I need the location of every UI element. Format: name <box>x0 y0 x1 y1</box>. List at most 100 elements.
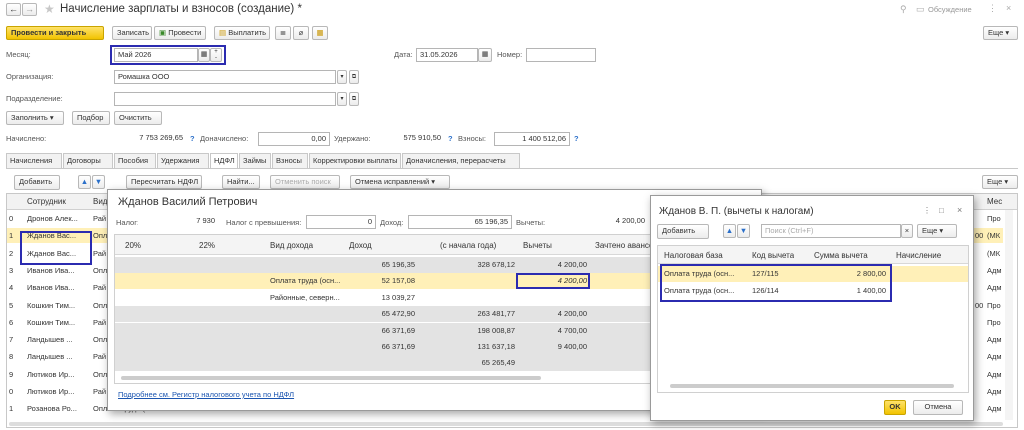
row-employee: Иванов Ива... <box>27 265 75 275</box>
ndfl-row-ytd: 65 265,49 <box>481 358 515 368</box>
post-close-button[interactable]: Провести и закрыть <box>6 26 104 40</box>
dept-dropdown-icon[interactable]: ▾ <box>337 92 347 106</box>
dept-label: Подразделение: <box>6 94 63 103</box>
tab-6[interactable]: Взносы <box>272 153 308 168</box>
deduct-search-clear-icon[interactable]: × <box>901 224 913 238</box>
discussion-link[interactable]: Обсуждение <box>928 5 972 14</box>
row-right: Адм <box>987 283 1002 293</box>
tab-1[interactable]: Договоры <box>63 153 113 168</box>
deduct-hscroll[interactable] <box>670 384 954 388</box>
main-hscroll[interactable] <box>9 422 1003 426</box>
row-right: Про <box>987 317 1001 327</box>
row-extra: 00 <box>975 300 984 310</box>
month-highlight <box>110 45 226 65</box>
attach-icon-button[interactable]: ⌀ <box>293 26 309 40</box>
row-number: 8 <box>9 352 14 362</box>
pay-icon: ▤ <box>219 28 227 37</box>
more-label: Еще <box>988 28 1004 37</box>
cancel-button[interactable]: Отмена <box>913 400 963 415</box>
tab-7[interactable]: Корректировки выплаты <box>309 153 401 168</box>
ndfl-row-ytd: 198 008,87 <box>477 325 515 335</box>
deduct-down-icon[interactable]: ▼ <box>737 224 750 238</box>
ndfl-row-income: 66 371,69 <box>381 342 415 351</box>
more-button[interactable]: Еще ▾ <box>983 26 1018 40</box>
deduct-search-input[interactable]: Поиск (Ctrl+F) <box>761 224 901 238</box>
date-calendar-icon[interactable]: ▦ <box>478 48 492 62</box>
select-button[interactable]: Подбор <box>72 111 110 125</box>
ndfl-row-kind: Районные, северн... <box>270 292 340 302</box>
ndfl-hscroll[interactable] <box>121 376 541 380</box>
accrued-help-icon[interactable]: ? <box>190 134 195 144</box>
ndfl-tax-field: 7 930 <box>138 215 218 229</box>
tab-0[interactable]: Начисления <box>6 153 62 168</box>
clear-button[interactable]: Очистить <box>114 111 162 125</box>
report-icon-button[interactable]: ▦ <box>312 26 328 40</box>
row-employee: Лютиков Ир... <box>27 387 75 396</box>
row-right: Адм <box>987 352 1002 362</box>
tab-more-button[interactable]: Еще ▾ <box>982 175 1018 189</box>
row-right: Про <box>987 214 1001 223</box>
row-type: Опл <box>93 369 107 379</box>
org-label: Организация: <box>6 72 54 81</box>
deduct-add-button[interactable]: Добавить <box>657 224 709 239</box>
main-scrollbar[interactable] <box>1005 210 1013 420</box>
save-button[interactable]: Записать <box>112 26 152 40</box>
find-button[interactable]: Найти... <box>222 175 260 189</box>
post-button[interactable]: ▣ Провести <box>154 26 206 40</box>
move-up-icon[interactable]: ▲ <box>78 175 91 189</box>
deduct-close-icon[interactable]: × <box>957 205 962 215</box>
row-type: Рай <box>93 387 107 396</box>
close-icon[interactable]: × <box>1006 3 1011 13</box>
cancel-fix-button[interactable]: Отмена исправлений ▾ <box>350 175 450 189</box>
menu-icon[interactable]: ⋮ <box>988 3 997 14</box>
ndfl-register-link[interactable]: Подробнее см. Регистр налогового учета п… <box>118 390 294 399</box>
ok-button[interactable]: OK <box>884 400 906 415</box>
dept-open-icon[interactable]: ⧉ <box>349 92 359 106</box>
tab-5[interactable]: Займы <box>239 153 271 168</box>
ndfl-h-ded: Вычеты <box>523 241 552 250</box>
recalc-ndfl-button[interactable]: Пересчитать НДФЛ <box>126 175 202 189</box>
dept-field[interactable] <box>114 92 336 106</box>
row-employee: Кошкин Тим... <box>27 300 76 310</box>
org-field[interactable]: Ромашка ООО <box>114 70 336 84</box>
date-field[interactable]: 31.05.2026 <box>416 48 478 62</box>
fill-button[interactable]: Заполнить ▾ <box>6 111 64 125</box>
tab-4[interactable]: НДФЛ <box>210 153 238 169</box>
move-down-icon[interactable]: ▼ <box>92 175 105 189</box>
discussion-icon[interactable]: ▭ <box>916 4 925 15</box>
deduct-menu-icon[interactable]: ⋮ <box>923 206 931 215</box>
row-right: Адм <box>987 404 1002 414</box>
ndfl-excess-field: 0 <box>306 215 376 229</box>
deduct-maximize-icon[interactable]: □ <box>939 206 944 215</box>
tab-2[interactable]: Пособия <box>114 153 156 168</box>
tab-8[interactable]: Доначисления, перерасчеты <box>402 153 520 168</box>
add-row-button[interactable]: Добавить <box>14 175 60 190</box>
back-button[interactable]: ← <box>6 3 21 16</box>
deduct-h-code: Код вычета <box>752 251 795 260</box>
pay-button[interactable]: ▤ Выплатить <box>214 26 270 40</box>
list-icon-button[interactable]: ≣ <box>275 26 291 40</box>
accrued-label: Начислено: <box>6 134 47 143</box>
number-field[interactable] <box>526 48 596 62</box>
row-number: 9 <box>9 369 14 379</box>
additional-label: Доначислено: <box>200 134 249 143</box>
star-icon[interactable]: ★ <box>44 2 55 16</box>
deduct-up-icon[interactable]: ▲ <box>723 224 736 238</box>
tab-3[interactable]: Удержания <box>157 153 209 168</box>
row-right: Адм <box>987 335 1002 345</box>
org-dropdown-icon[interactable]: ▾ <box>337 70 347 84</box>
header-employee: Сотрудник <box>27 197 66 206</box>
cancel-search-button[interactable]: Отменить поиск <box>270 175 340 189</box>
ndfl-row-ded: 4 200,00 <box>557 309 587 319</box>
ndfl-row-income: 66 371,69 <box>381 325 415 335</box>
contrib-help-icon[interactable]: ? <box>574 134 579 144</box>
link-icon[interactable]: ⚲ <box>900 4 907 15</box>
withheld-help-icon[interactable]: ? <box>448 134 453 144</box>
forward-button[interactable]: → <box>22 3 37 16</box>
row-right: Про <box>987 300 1001 310</box>
org-open-icon[interactable]: ⧉ <box>349 70 359 84</box>
deduct-more-button[interactable]: Еще ▾ <box>917 224 957 238</box>
ndfl-h-20: 20% <box>125 241 142 250</box>
row-right: Адм <box>987 387 1002 396</box>
post-icon: ▣ <box>159 28 167 37</box>
